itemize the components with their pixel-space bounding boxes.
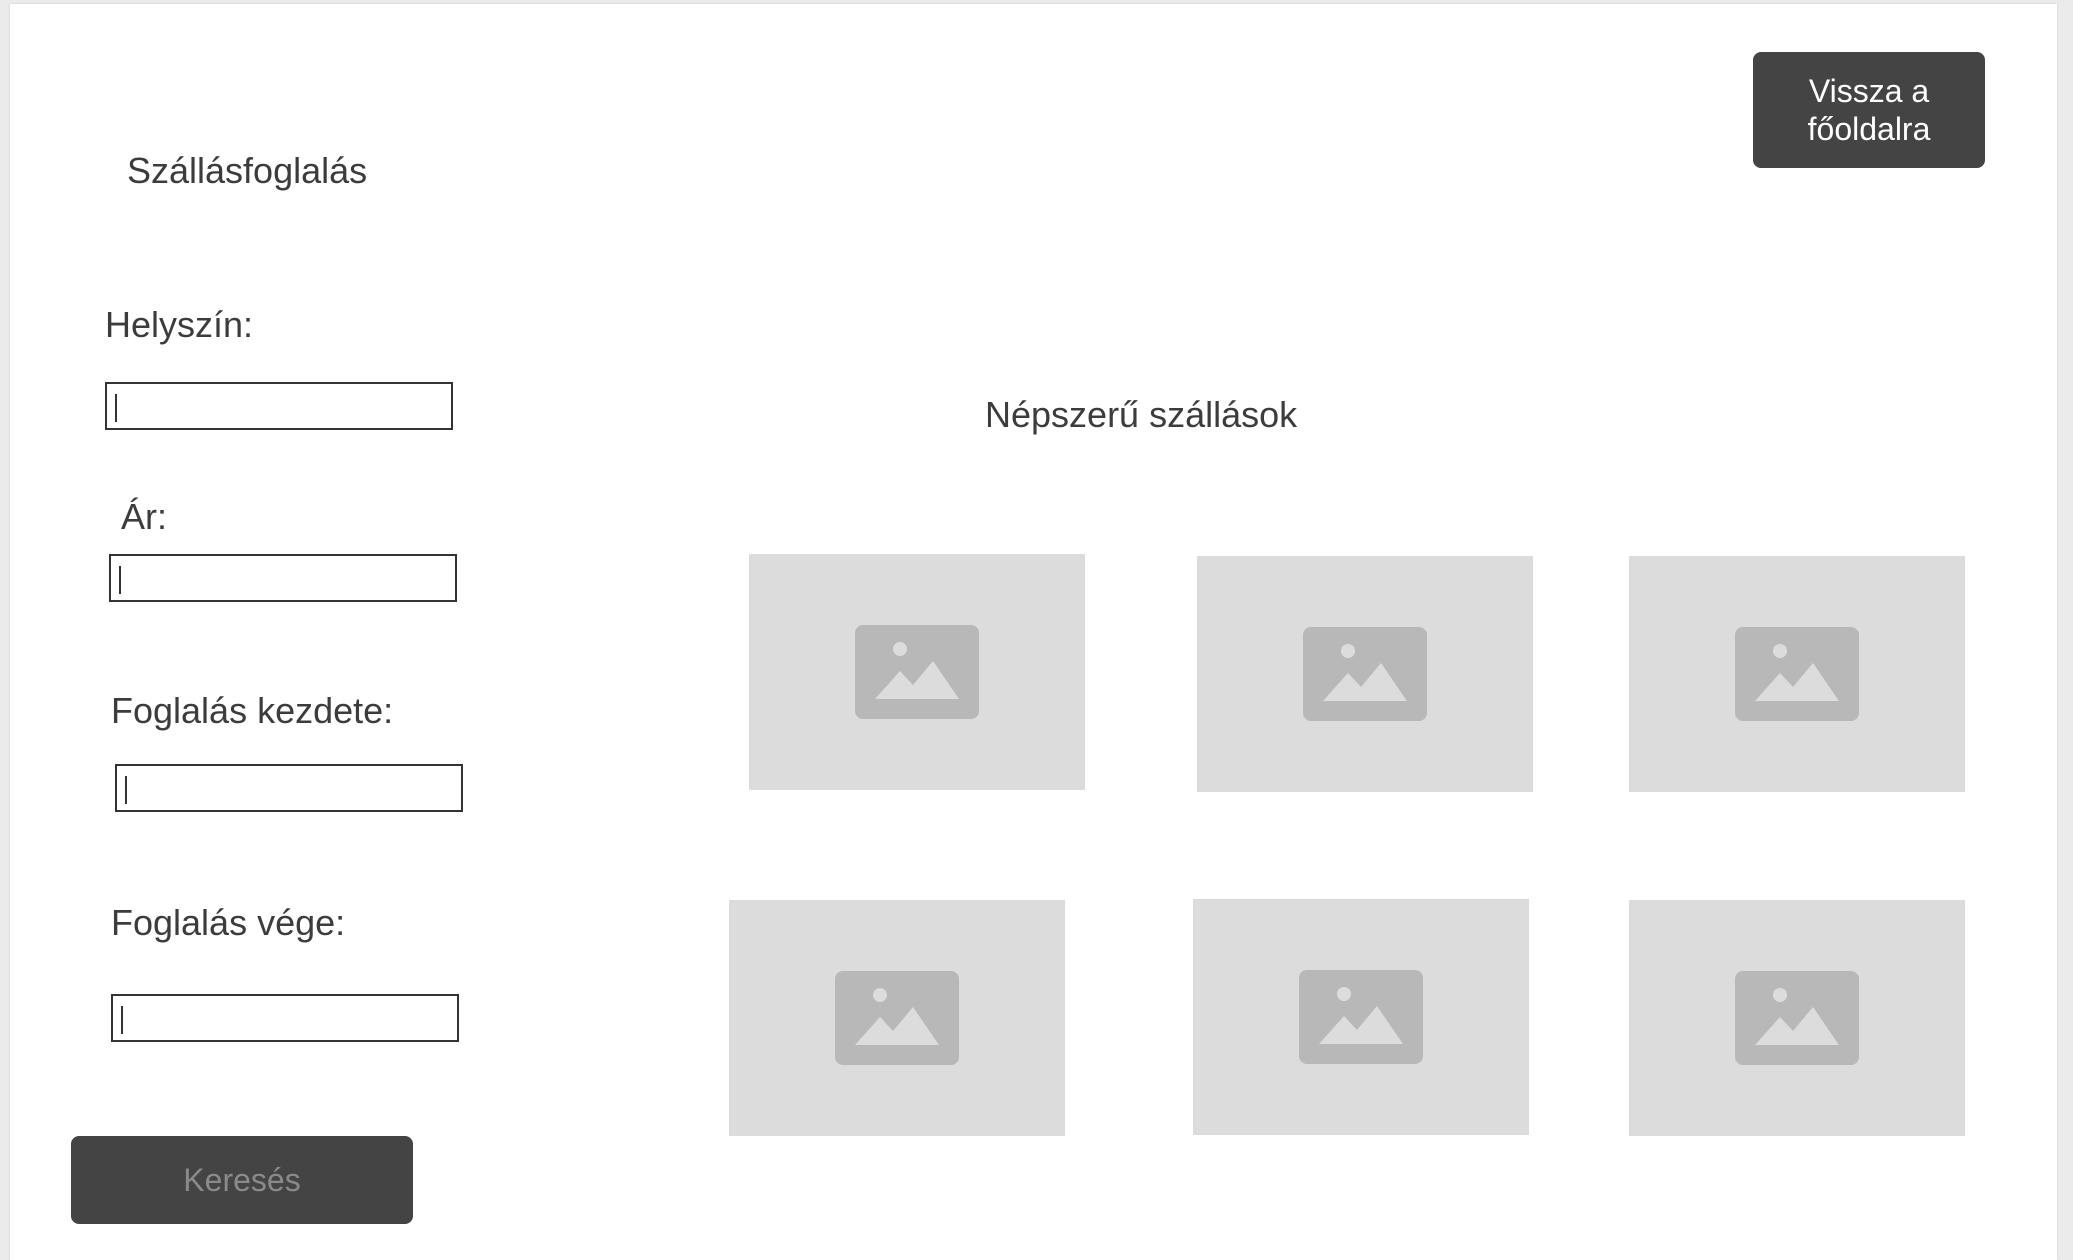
booking-start-label: Foglalás kezdete: <box>111 690 394 731</box>
text-caret <box>121 1006 123 1034</box>
location-input[interactable] <box>105 382 453 430</box>
accommodation-image-2[interactable] <box>1197 556 1533 792</box>
image-placeholder-icon <box>835 971 959 1065</box>
location-label: Helyszín: <box>105 304 254 345</box>
accommodation-image-4[interactable] <box>729 900 1065 1136</box>
booking-start-input[interactable] <box>115 764 463 812</box>
text-caret <box>125 776 127 804</box>
price-input[interactable] <box>109 554 457 602</box>
text-caret <box>115 394 117 422</box>
booking-end-input[interactable] <box>111 994 459 1042</box>
accommodation-image-3[interactable] <box>1629 556 1965 792</box>
popular-accommodations-title: Népszerű szállások <box>985 394 1298 435</box>
accommodation-image-6[interactable] <box>1629 900 1965 1136</box>
price-label: Ár: <box>121 496 168 537</box>
accommodation-image-1[interactable] <box>749 554 1085 790</box>
booking-end-label: Foglalás vége: <box>111 902 346 943</box>
image-placeholder-icon <box>855 625 979 719</box>
search-button[interactable]: Keresés <box>71 1136 413 1224</box>
text-caret <box>119 566 121 594</box>
page-frame: Szállásfoglalás Vissza a főoldalra Helys… <box>10 4 2057 1260</box>
page-title: Szállásfoglalás <box>127 150 368 191</box>
image-placeholder-icon <box>1303 627 1427 721</box>
image-placeholder-icon <box>1735 971 1859 1065</box>
image-placeholder-icon <box>1299 970 1423 1064</box>
image-placeholder-icon <box>1735 627 1859 721</box>
accommodation-image-5[interactable] <box>1193 899 1529 1135</box>
back-to-home-button[interactable]: Vissza a főoldalra <box>1753 52 1985 168</box>
